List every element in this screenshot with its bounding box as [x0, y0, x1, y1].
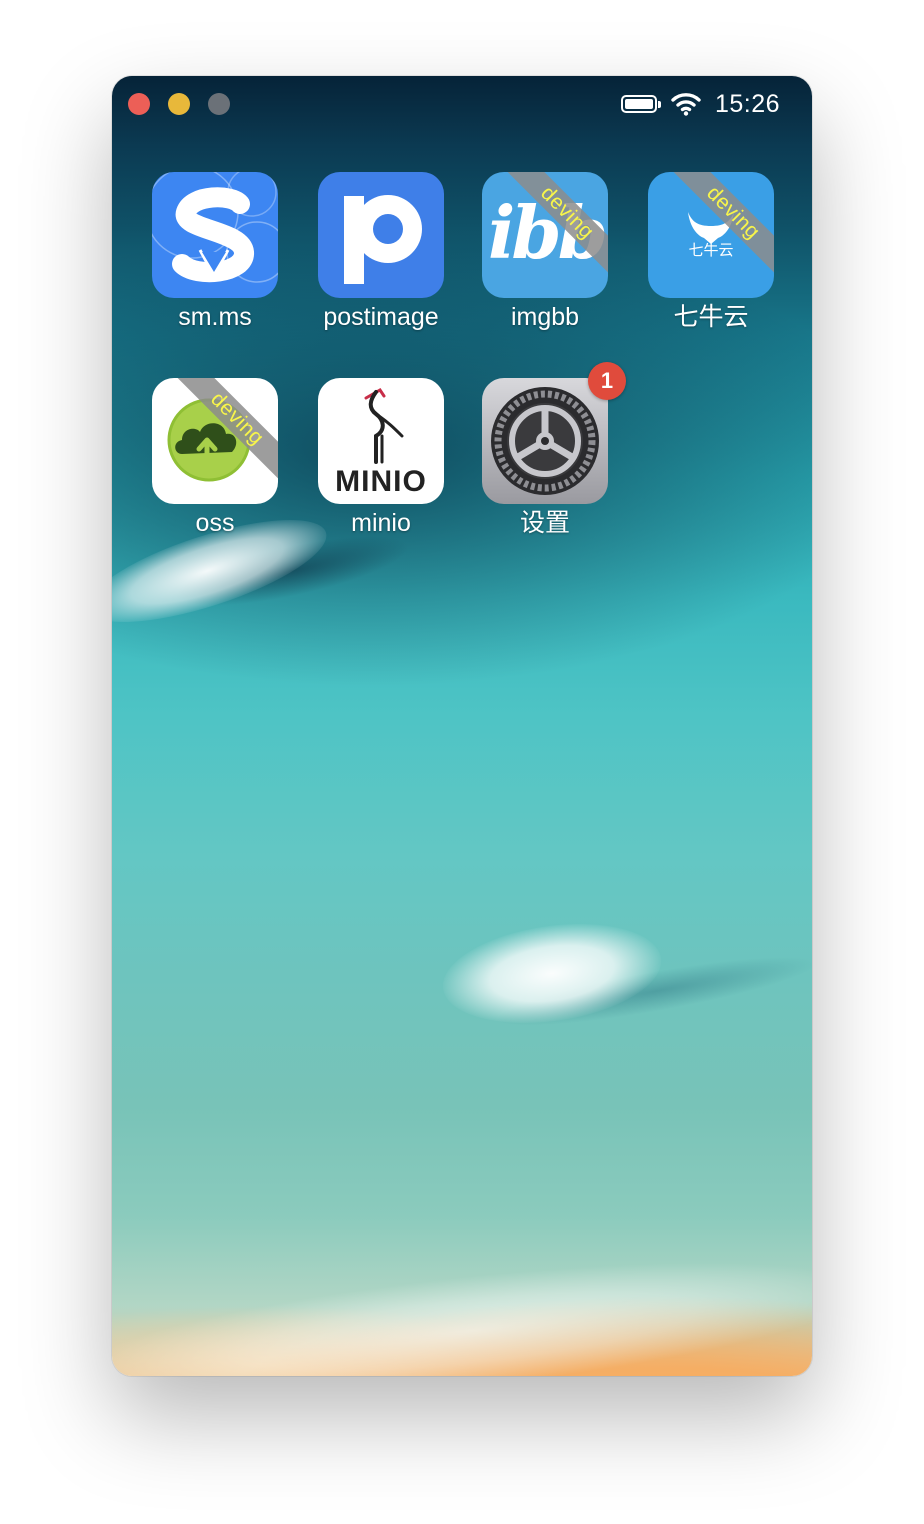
app-label: 七牛云 [673, 303, 749, 331]
close-window-button[interactable] [128, 93, 150, 115]
app-postimage[interactable]: postimage [318, 172, 444, 332]
minio-logo-text: MINIO [335, 465, 427, 498]
app-settings[interactable]: 1 设置 [482, 362, 626, 538]
minio-logo-icon[interactable]: MINIO [318, 378, 444, 504]
app-label: oss [195, 509, 235, 537]
app-label: imgbb [510, 303, 580, 331]
app-label: postimage [323, 303, 439, 331]
app-imgbb[interactable]: ibb deving imgbb [482, 172, 608, 332]
settings-gear-icon[interactable] [482, 378, 608, 504]
app-smms[interactable]: sm.ms [152, 172, 278, 332]
title-bar: 15:26 [112, 76, 812, 132]
app-minio[interactable]: MINIO minio [318, 378, 444, 538]
oss-cloud-logo-icon[interactable]: deving [152, 378, 278, 504]
smms-logo-icon[interactable] [152, 172, 278, 298]
app-label: 设置 [519, 509, 570, 537]
imgbb-logo-icon[interactable]: ibb deving [482, 172, 608, 298]
maximize-window-button[interactable] [208, 93, 230, 115]
minimize-window-button[interactable] [168, 93, 190, 115]
app-window: 15:26 sm.ms postimage ibb deving imgbb 七… [112, 76, 812, 1376]
app-label: sm.ms [178, 303, 252, 331]
app-qiniu[interactable]: 七牛云 deving 七牛云 [648, 172, 774, 332]
status-bar: 15:26 [620, 88, 780, 120]
wifi-icon [671, 92, 701, 116]
battery-full-icon [620, 95, 661, 113]
wallpaper-shore-foam [112, 1234, 812, 1376]
qiniu-logo-icon[interactable]: 七牛云 deving [648, 172, 774, 298]
wallpaper-wave-foam [436, 911, 668, 1036]
notification-badge: 1 [588, 362, 626, 400]
postimage-logo-icon[interactable] [318, 172, 444, 298]
app-label: minio [351, 509, 411, 537]
wallpaper-wave-shadow [491, 942, 812, 1040]
status-time: 15:26 [714, 89, 780, 118]
app-oss[interactable]: deving oss [152, 378, 278, 538]
